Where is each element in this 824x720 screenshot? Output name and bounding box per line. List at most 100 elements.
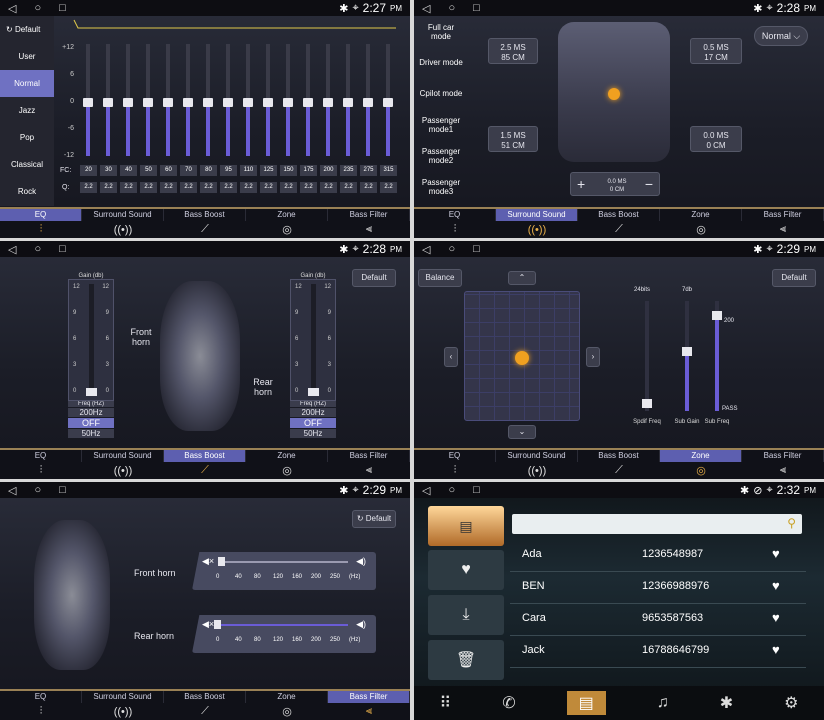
fc-value[interactable]: 235: [340, 165, 357, 176]
default-button[interactable]: ↻ Default: [352, 510, 396, 528]
default-button[interactable]: Default: [352, 269, 396, 287]
eq-icon[interactable]: ⫶: [0, 462, 82, 479]
default-button[interactable]: ↻ Default: [0, 16, 54, 43]
settings-icon[interactable]: ⚙: [784, 693, 798, 713]
zone-slider-knob-2[interactable]: [682, 347, 692, 356]
bass-filter-icon[interactable]: ⫷: [742, 221, 824, 238]
tab-eq[interactable]: EQ: [0, 450, 82, 462]
surround-mode-4[interactable]: Passenger mode1: [414, 109, 468, 140]
eq-slider-knob[interactable]: [123, 98, 133, 107]
filter-knob[interactable]: [214, 620, 221, 629]
bluetooth-phone-icon[interactable]: ✱: [720, 693, 733, 713]
favorite-heart-icon[interactable]: ♥: [772, 642, 780, 657]
freq-value[interactable]: 200Hz: [68, 408, 114, 417]
contact-row[interactable]: BEN 12366988976 ♥: [510, 572, 806, 604]
recents-icon[interactable]: □: [473, 484, 480, 497]
tab-eq[interactable]: EQ: [414, 450, 496, 462]
eq-slider-knob[interactable]: [103, 98, 113, 107]
favorite-heart-icon[interactable]: ♥: [772, 610, 780, 625]
eq-slider-knob[interactable]: [363, 98, 373, 107]
eq-slider-knob[interactable]: [163, 98, 173, 107]
tab-zone[interactable]: Zone: [660, 450, 742, 462]
eq-slider-knob[interactable]: [243, 98, 253, 107]
fc-value[interactable]: 50: [140, 165, 157, 176]
front-left-delay[interactable]: 2.5 MS 85 CM: [488, 38, 538, 64]
tab-eq[interactable]: EQ: [0, 691, 82, 703]
speaker-icon[interactable]: ◀): [356, 619, 366, 630]
q-value[interactable]: 2.2: [300, 182, 317, 193]
zone-icon[interactable]: ◎: [246, 221, 328, 238]
preset-rock[interactable]: Rock: [0, 178, 54, 205]
tab-zone[interactable]: Zone: [246, 450, 328, 462]
bass-filter-icon[interactable]: ⫷: [328, 703, 410, 720]
filter-knob[interactable]: [218, 557, 225, 566]
fc-value[interactable]: 60: [160, 165, 177, 176]
music-icon[interactable]: ♫: [657, 694, 669, 712]
zone-icon[interactable]: ◎: [660, 462, 742, 479]
fc-value[interactable]: 40: [120, 165, 137, 176]
surround-icon[interactable]: ((•)): [496, 221, 578, 238]
gain-knob[interactable]: [308, 388, 319, 396]
tab-surround-sound[interactable]: Surround Sound: [82, 209, 164, 221]
down-arrow-button[interactable]: ⌄: [508, 425, 536, 439]
tab-surround-sound[interactable]: Surround Sound: [82, 691, 164, 703]
surround-mode-2[interactable]: Driver mode: [414, 47, 468, 78]
back-icon[interactable]: ◁: [8, 484, 16, 497]
back-icon[interactable]: ◁: [422, 2, 430, 15]
recents-icon[interactable]: □: [473, 243, 480, 256]
eq-slider-knob[interactable]: [203, 98, 213, 107]
rear-right-delay[interactable]: 0.0 MS 0 CM: [690, 126, 742, 152]
gain-knob[interactable]: [86, 388, 97, 396]
recents-icon[interactable]: □: [473, 2, 480, 15]
bass-filter-icon[interactable]: ⫷: [328, 462, 410, 479]
eq-slider-knob[interactable]: [183, 98, 193, 107]
surround-mode-5[interactable]: Passenger mode2: [414, 140, 468, 171]
eq-slider-knob[interactable]: [83, 98, 93, 107]
tab-surround-sound[interactable]: Surround Sound: [496, 209, 578, 221]
q-value[interactable]: 2.2: [220, 182, 237, 193]
q-value[interactable]: 2.2: [200, 182, 217, 193]
eq-icon[interactable]: ⫶: [0, 221, 82, 238]
back-icon[interactable]: ◁: [422, 484, 430, 497]
recents-icon[interactable]: □: [59, 243, 66, 256]
fc-value[interactable]: 275: [360, 165, 377, 176]
tab-bass-filter[interactable]: Bass Filter: [328, 209, 410, 221]
balance-point[interactable]: [608, 88, 620, 100]
tab-zone[interactable]: Zone: [660, 209, 742, 221]
left-arrow-button[interactable]: ‹: [444, 347, 458, 367]
fc-value[interactable]: 315: [380, 165, 397, 176]
bass-boost-icon[interactable]: ⟋: [578, 462, 660, 479]
zone-icon[interactable]: ◎: [246, 462, 328, 479]
tab-bass-boost[interactable]: Bass Boost: [164, 209, 246, 221]
q-value[interactable]: 2.2: [180, 182, 197, 193]
surround-mode-3[interactable]: Cpilot mode: [414, 78, 468, 109]
apps-grid-icon[interactable]: ⠿: [440, 693, 452, 713]
favorites-side-icon[interactable]: ♥: [428, 550, 504, 590]
fc-value[interactable]: 175: [300, 165, 317, 176]
contact-row[interactable]: Ada 1236548987 ♥: [510, 540, 806, 572]
home-icon[interactable]: ○: [448, 2, 455, 15]
tab-zone[interactable]: Zone: [246, 691, 328, 703]
surround-icon[interactable]: ((•)): [82, 221, 164, 238]
home-icon[interactable]: ○: [34, 2, 41, 15]
q-value[interactable]: 2.2: [320, 182, 337, 193]
tab-bass-boost[interactable]: Bass Boost: [164, 691, 246, 703]
tab-bass-filter[interactable]: Bass Filter: [328, 691, 410, 703]
bass-boost-icon[interactable]: ⟋: [164, 703, 246, 720]
bass-boost-icon[interactable]: ⟋: [578, 221, 660, 238]
fc-value[interactable]: 20: [80, 165, 97, 176]
tab-bass-boost[interactable]: Bass Boost: [578, 209, 660, 221]
tab-zone[interactable]: Zone: [246, 209, 328, 221]
surround-mode-1[interactable]: Full car mode: [414, 16, 468, 47]
fc-value[interactable]: 30: [100, 165, 117, 176]
home-icon[interactable]: ○: [448, 243, 455, 256]
fc-value[interactable]: 80: [200, 165, 217, 176]
eq-slider-knob[interactable]: [283, 98, 293, 107]
q-value[interactable]: 2.2: [260, 182, 277, 193]
freq-value[interactable]: 200Hz: [290, 408, 336, 417]
tab-bass-filter[interactable]: Bass Filter: [328, 450, 410, 462]
zone-icon[interactable]: ◎: [660, 221, 742, 238]
eq-icon[interactable]: ⫶: [0, 703, 82, 720]
tab-bass-filter[interactable]: Bass Filter: [742, 450, 824, 462]
speaker-mute-icon[interactable]: ◀×: [202, 556, 214, 567]
